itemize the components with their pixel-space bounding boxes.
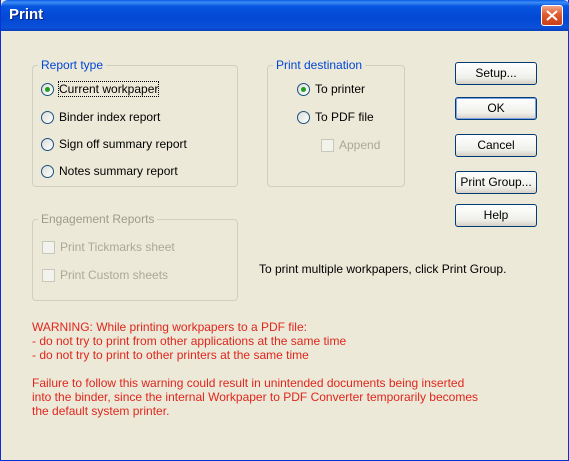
report-type-legend: Report type (41, 58, 104, 72)
help-button[interactable]: Help (455, 204, 537, 227)
failure-line: the default system printer. (32, 404, 170, 418)
warning-line: - do not try to print to other printers … (32, 348, 309, 362)
radio-button-checked[interactable] (41, 82, 54, 96)
checkbox-label: Append (339, 138, 381, 152)
append-checkbox: Append (321, 138, 380, 152)
print-tickmarks-checkbox: Print Tickmarks sheet (42, 240, 175, 254)
failure-line: into the binder, since the internal Work… (32, 390, 478, 404)
failure-warning-block: Failure to follow this warning could res… (32, 376, 478, 418)
print-destination-legend: Print destination (276, 58, 363, 72)
radio-label: To PDF file (315, 110, 374, 124)
radio-current-workpaper[interactable]: Current workpaper (41, 81, 160, 97)
print-custom-sheets-checkbox: Print Custom sheets (42, 268, 168, 282)
radio-to-printer[interactable]: To printer (297, 82, 365, 96)
failure-line: Failure to follow this warning could res… (32, 376, 465, 390)
radio-button-checked[interactable] (297, 82, 310, 96)
print-dialog: Print Report type Current workpaper Bind… (0, 0, 569, 461)
ok-button[interactable]: OK (455, 97, 537, 120)
setup-button[interactable]: Setup... (455, 62, 537, 85)
close-icon (546, 10, 558, 21)
radio-button[interactable] (41, 164, 54, 178)
radio-to-pdf-file[interactable]: To PDF file (297, 110, 374, 124)
dialog-body: Report type Current workpaper Binder ind… (5, 31, 565, 457)
radio-label: Current workpaper (57, 81, 160, 97)
radio-button[interactable] (41, 137, 54, 151)
engagement-reports-group: Engagement Reports (32, 212, 238, 301)
radio-label: Notes summary report (59, 164, 178, 178)
title-bar[interactable]: Print (1, 0, 569, 31)
warning-block: WARNING: While printing workpapers to a … (32, 320, 346, 362)
close-button[interactable] (541, 5, 563, 26)
radio-sign-off-summary-report[interactable]: Sign off summary report (41, 137, 187, 151)
checkbox (42, 240, 55, 254)
radio-notes-summary-report[interactable]: Notes summary report (41, 164, 178, 178)
window-title: Print (9, 6, 44, 23)
warning-line: - do not try to print from other applica… (32, 334, 347, 348)
radio-label: Binder index report (59, 110, 161, 124)
checkbox-label: Print Custom sheets (60, 268, 169, 282)
checkbox (321, 138, 334, 152)
checkbox (42, 268, 55, 282)
warning-line: WARNING: While printing workpapers to a … (32, 320, 307, 334)
radio-binder-index-report[interactable]: Binder index report (41, 110, 160, 124)
checkbox-label: Print Tickmarks sheet (60, 240, 175, 254)
radio-button[interactable] (297, 110, 310, 124)
radio-label: To printer (315, 82, 366, 96)
radio-label: Sign off summary report (59, 137, 187, 151)
radio-button[interactable] (41, 110, 54, 124)
cancel-button[interactable]: Cancel (455, 134, 537, 157)
engagement-reports-legend: Engagement Reports (41, 212, 155, 226)
print-group-hint: To print multiple workpapers, click Prin… (259, 262, 507, 276)
print-group-button[interactable]: Print Group... (455, 171, 537, 194)
